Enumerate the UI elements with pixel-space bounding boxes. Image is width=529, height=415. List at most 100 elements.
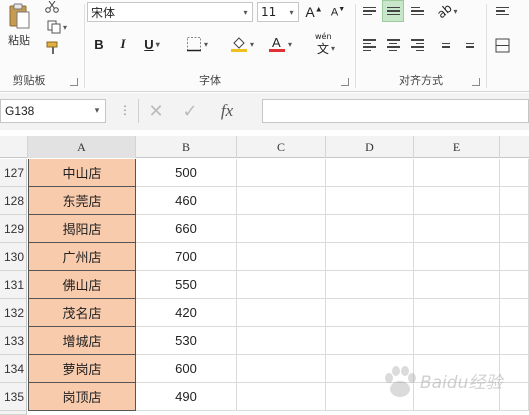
cell-empty[interactable] <box>237 215 326 243</box>
cell-empty[interactable] <box>326 215 414 243</box>
align-bottom-button[interactable] <box>406 0 428 22</box>
align-middle-button[interactable] <box>382 0 404 22</box>
chevron-down-icon[interactable]: ▾ <box>331 44 335 53</box>
font-color-button[interactable]: A ▾ <box>263 34 297 54</box>
chevron-down-icon[interactable]: ▾ <box>288 40 292 49</box>
cell-value[interactable]: 420 <box>136 299 237 327</box>
phonetic-button[interactable]: wén 文 ▾ <box>309 32 343 56</box>
chevron-down-icon[interactable]: ▾ <box>204 40 208 49</box>
cell-value[interactable]: 550 <box>136 271 237 299</box>
cell-empty[interactable] <box>500 327 529 355</box>
font-launcher-icon[interactable] <box>341 78 349 86</box>
cell-store-name[interactable]: 萝岗店 <box>28 355 136 383</box>
cell-store-name[interactable]: 茂名店 <box>28 299 136 327</box>
cell-value[interactable]: 700 <box>136 243 237 271</box>
row-header[interactable] <box>0 411 27 415</box>
cell-empty[interactable] <box>414 271 500 299</box>
enter-icon[interactable]: ✓ <box>173 101 207 122</box>
column-header-e[interactable]: E <box>414 136 500 158</box>
chevron-down-icon[interactable]: ▾ <box>239 3 252 21</box>
column-header-a[interactable]: A <box>28 136 136 158</box>
cell-empty[interactable] <box>414 187 500 215</box>
select-all-corner[interactable] <box>0 136 28 158</box>
bold-button[interactable]: B <box>89 34 109 54</box>
cell-empty[interactable] <box>237 299 326 327</box>
row-header[interactable]: 129 <box>0 215 27 243</box>
cell-empty[interactable] <box>237 243 326 271</box>
name-box[interactable]: G138 ▾ <box>0 99 106 123</box>
font-name-combo[interactable]: 宋体 ▾ <box>87 2 253 22</box>
cell-empty[interactable] <box>326 187 414 215</box>
cell-store-name[interactable]: 岗顶店 <box>28 383 136 411</box>
cell-store-name[interactable]: 广州店 <box>28 243 136 271</box>
copy-button[interactable]: ▾ <box>42 18 72 36</box>
cell-empty[interactable] <box>500 299 529 327</box>
merge-center-button[interactable] <box>491 34 513 56</box>
cell-empty[interactable] <box>237 327 326 355</box>
wrap-text-button[interactable] <box>491 0 513 22</box>
cell-store-name[interactable]: 揭阳店 <box>28 215 136 243</box>
cell-empty[interactable] <box>500 243 529 271</box>
cell-store-name[interactable]: 增城店 <box>28 327 136 355</box>
row-header[interactable]: 131 <box>0 271 27 299</box>
align-right-button[interactable] <box>406 34 428 56</box>
chevron-down-icon[interactable]: ▾ <box>285 3 298 21</box>
cell-empty[interactable] <box>414 327 500 355</box>
border-button[interactable]: ▾ <box>181 34 213 54</box>
cell-value[interactable]: 530 <box>136 327 237 355</box>
orientation-button[interactable]: ab ▾ <box>432 0 462 22</box>
cell-empty[interactable] <box>326 299 414 327</box>
paste-button[interactable]: 粘贴 <box>2 0 36 56</box>
cell-value[interactable]: 490 <box>136 383 237 411</box>
column-header-f[interactable] <box>500 136 529 158</box>
cell-empty[interactable] <box>237 159 326 187</box>
align-top-button[interactable] <box>358 0 380 22</box>
cell-empty[interactable] <box>414 215 500 243</box>
cell-empty[interactable] <box>326 327 414 355</box>
chevron-down-icon[interactable]: ▾ <box>156 40 160 49</box>
fill-color-button[interactable]: ▾ <box>225 34 259 54</box>
row-header[interactable]: 127 <box>0 159 27 187</box>
cell-empty[interactable] <box>500 215 529 243</box>
cell-value[interactable]: 600 <box>136 355 237 383</box>
cell-empty[interactable] <box>237 383 326 411</box>
format-painter-button[interactable] <box>42 38 64 58</box>
cell-empty[interactable] <box>500 271 529 299</box>
cancel-icon[interactable]: ✕ <box>139 101 173 122</box>
cell-value[interactable]: 660 <box>136 215 237 243</box>
cell-empty[interactable] <box>326 159 414 187</box>
cell-empty[interactable] <box>414 383 500 411</box>
align-left-button[interactable] <box>358 34 380 56</box>
cell-empty[interactable] <box>237 187 326 215</box>
decrease-indent-button[interactable] <box>432 34 454 56</box>
cell-empty[interactable] <box>500 159 529 187</box>
cell-empty[interactable] <box>237 355 326 383</box>
align-center-button[interactable] <box>382 34 404 56</box>
cell-empty[interactable] <box>326 243 414 271</box>
increase-indent-button[interactable] <box>456 34 478 56</box>
cell-store-name[interactable]: 东莞店 <box>28 187 136 215</box>
cell-empty[interactable] <box>414 159 500 187</box>
column-header-c[interactable]: C <box>237 136 326 158</box>
formula-input[interactable] <box>262 99 529 123</box>
row-header[interactable]: 135 <box>0 383 27 411</box>
cell-empty[interactable] <box>500 383 529 411</box>
clipboard-launcher-icon[interactable] <box>70 78 78 86</box>
cell-store-name[interactable]: 中山店 <box>28 159 136 187</box>
cut-button[interactable] <box>42 0 62 14</box>
decrease-font-button[interactable]: A▼ <box>327 2 349 22</box>
cell-store-name[interactable]: 佛山店 <box>28 271 136 299</box>
chevron-down-icon[interactable]: ▾ <box>89 106 105 116</box>
column-header-b[interactable]: B <box>136 136 237 158</box>
cell-empty[interactable] <box>500 355 529 383</box>
cell-empty[interactable] <box>237 271 326 299</box>
row-header[interactable]: 134 <box>0 355 27 383</box>
cell-empty[interactable] <box>414 243 500 271</box>
font-size-combo[interactable]: 11 ▾ <box>257 2 299 22</box>
cell-empty[interactable] <box>414 299 500 327</box>
cell-empty[interactable] <box>326 355 414 383</box>
row-header[interactable]: 133 <box>0 327 27 355</box>
cell-value[interactable]: 500 <box>136 159 237 187</box>
chevron-down-icon[interactable]: ▾ <box>250 40 254 49</box>
cell-empty[interactable] <box>326 271 414 299</box>
